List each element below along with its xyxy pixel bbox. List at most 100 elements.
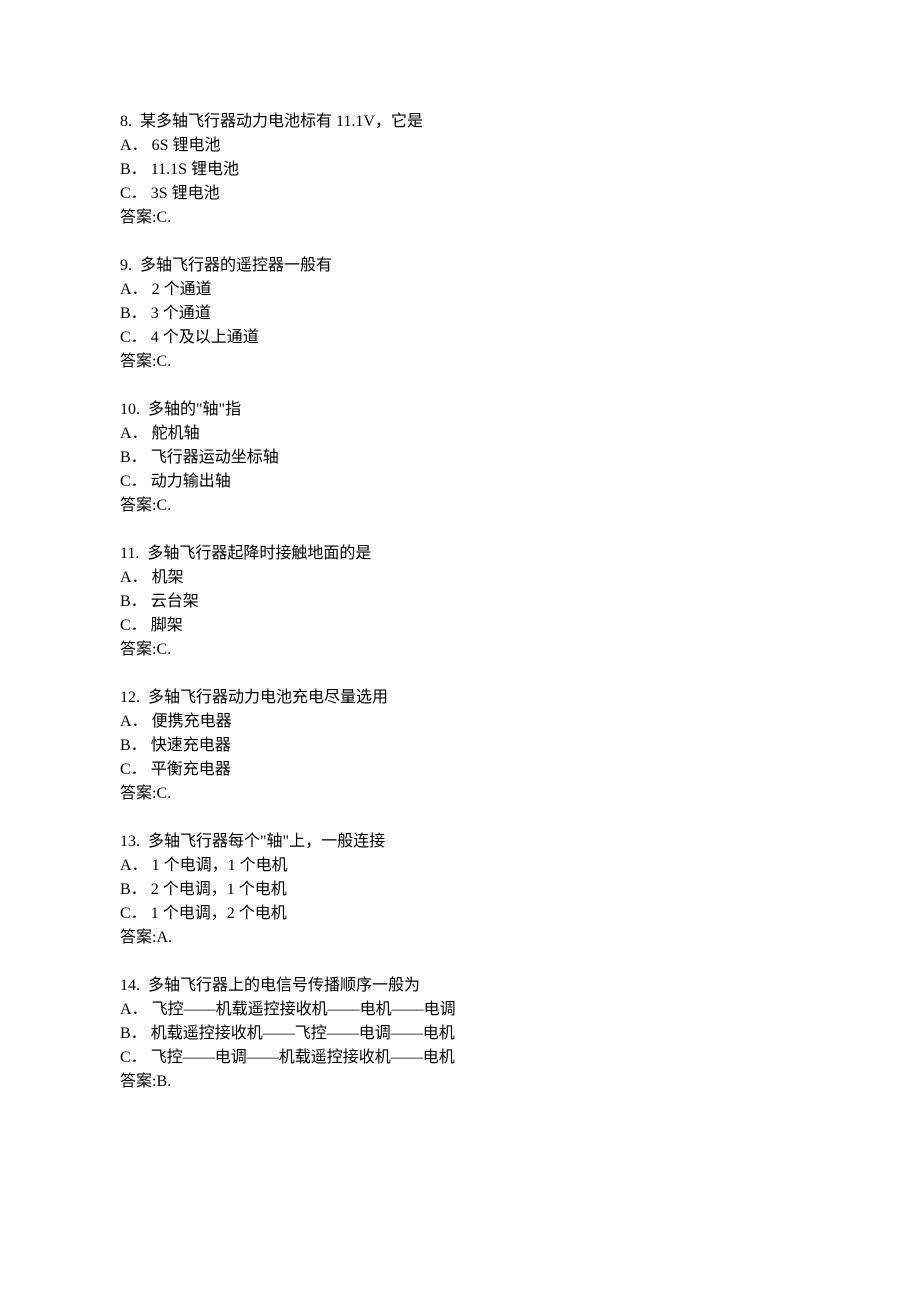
option-text: 平衡充电器 [151, 761, 231, 778]
option-label: A． [120, 857, 148, 874]
option-label: B． [120, 881, 147, 898]
question-block: 12. 多轴飞行器动力电池充电尽量选用A． 便携充电器B． 快速充电器C． 平衡… [120, 686, 800, 806]
option-text: 2 个通道 [152, 281, 212, 298]
question-block: 13. 多轴飞行器每个"轴"上，一般连接A． 1 个电调，1 个电机B． 2 个… [120, 830, 800, 950]
question-stem: 13. 多轴飞行器每个"轴"上，一般连接 [120, 830, 800, 854]
answer-value: C. [156, 641, 171, 658]
answer-value: C. [156, 353, 171, 370]
question-block: 9. 多轴飞行器的遥控器一般有A． 2 个通道B． 3 个通道C． 4 个及以上… [120, 254, 800, 374]
option-line: B． 11.1S 锂电池 [120, 158, 800, 182]
question-number: 14. [120, 977, 140, 994]
option-text: 动力输出轴 [151, 473, 231, 490]
question-number: 13. [120, 833, 140, 850]
option-line: A． 2 个通道 [120, 278, 800, 302]
question-block: 10. 多轴的"轴"指A． 舵机轴B． 飞行器运动坐标轴C． 动力输出轴答案:C… [120, 398, 800, 518]
question-text: 某多轴飞行器动力电池标有 11.1V，它是 [140, 113, 423, 130]
question-text: 多轴飞行器的遥控器一般有 [140, 257, 332, 274]
option-label: A． [120, 425, 148, 442]
answer-label: 答案: [120, 497, 156, 514]
option-line: C． 1 个电调，2 个电机 [120, 902, 800, 926]
option-line: B． 3 个通道 [120, 302, 800, 326]
answer-line: 答案:B. [120, 1070, 800, 1094]
answer-value: A. [156, 929, 172, 946]
question-stem: 14. 多轴飞行器上的电信号传播顺序一般为 [120, 974, 800, 998]
answer-label: 答案: [120, 929, 156, 946]
option-label: B． [120, 1025, 147, 1042]
option-label: B． [120, 449, 147, 466]
answer-label: 答案: [120, 1073, 156, 1090]
question-text: 多轴的"轴"指 [148, 401, 241, 418]
answer-line: 答案:C. [120, 782, 800, 806]
option-text: 飞控——电调——机载遥控接收机——电机 [151, 1049, 455, 1066]
option-text: 3S 锂电池 [151, 185, 220, 202]
option-line: B． 飞行器运动坐标轴 [120, 446, 800, 470]
option-line: A． 机架 [120, 566, 800, 590]
option-line: C． 4 个及以上通道 [120, 326, 800, 350]
answer-line: 答案:C. [120, 494, 800, 518]
option-text: 飞控——机载遥控接收机——电机——电调 [152, 1001, 456, 1018]
option-label: C． [120, 329, 147, 346]
option-label: C． [120, 1049, 147, 1066]
answer-label: 答案: [120, 209, 156, 226]
option-text: 舵机轴 [152, 425, 200, 442]
option-text: 4 个及以上通道 [151, 329, 259, 346]
option-text: 1 个电调，1 个电机 [152, 857, 288, 874]
option-line: C． 3S 锂电池 [120, 182, 800, 206]
option-label: C． [120, 617, 147, 634]
option-label: C． [120, 473, 147, 490]
answer-value: C. [156, 785, 171, 802]
question-number: 9. [120, 257, 132, 274]
question-text: 多轴飞行器动力电池充电尽量选用 [148, 689, 388, 706]
option-label: A． [120, 281, 148, 298]
option-text: 1 个电调，2 个电机 [151, 905, 287, 922]
option-text: 机架 [152, 569, 184, 586]
option-text: 11.1S 锂电池 [151, 161, 239, 178]
option-label: C． [120, 185, 147, 202]
answer-label: 答案: [120, 353, 156, 370]
option-label: A． [120, 569, 148, 586]
option-text: 飞行器运动坐标轴 [151, 449, 279, 466]
answer-line: 答案:C. [120, 206, 800, 230]
option-line: A． 1 个电调，1 个电机 [120, 854, 800, 878]
option-text: 机载遥控接收机——飞控——电调——电机 [151, 1025, 455, 1042]
option-text: 6S 锂电池 [152, 137, 221, 154]
option-text: 3 个通道 [151, 305, 211, 322]
question-stem: 8. 某多轴飞行器动力电池标有 11.1V，它是 [120, 110, 800, 134]
question-stem: 11. 多轴飞行器起降时接触地面的是 [120, 542, 800, 566]
option-text: 快速充电器 [151, 737, 231, 754]
option-label: C． [120, 761, 147, 778]
answer-line: 答案:C. [120, 350, 800, 374]
question-text: 多轴飞行器每个"轴"上，一般连接 [148, 833, 385, 850]
answer-line: 答案:A. [120, 926, 800, 950]
option-line: C． 平衡充电器 [120, 758, 800, 782]
document-page: 8. 某多轴飞行器动力电池标有 11.1V，它是A． 6S 锂电池B． 11.1… [0, 0, 920, 1302]
option-line: B． 云台架 [120, 590, 800, 614]
question-number: 11. [120, 545, 139, 562]
option-label: C． [120, 905, 147, 922]
option-line: A． 便携充电器 [120, 710, 800, 734]
option-line: B． 快速充电器 [120, 734, 800, 758]
question-number: 10. [120, 401, 140, 418]
question-block: 8. 某多轴飞行器动力电池标有 11.1V，它是A． 6S 锂电池B． 11.1… [120, 110, 800, 230]
answer-value: C. [156, 209, 171, 226]
option-line: C． 脚架 [120, 614, 800, 638]
option-line: A． 飞控——机载遥控接收机——电机——电调 [120, 998, 800, 1022]
question-block: 11. 多轴飞行器起降时接触地面的是A． 机架B． 云台架C． 脚架答案:C. [120, 542, 800, 662]
questions-container: 8. 某多轴飞行器动力电池标有 11.1V，它是A． 6S 锂电池B． 11.1… [120, 110, 800, 1094]
question-number: 8. [120, 113, 132, 130]
answer-value: B. [156, 1073, 171, 1090]
answer-value: C. [156, 497, 171, 514]
question-text: 多轴飞行器起降时接触地面的是 [147, 545, 371, 562]
option-line: B． 机载遥控接收机——飞控——电调——电机 [120, 1022, 800, 1046]
option-line: A． 6S 锂电池 [120, 134, 800, 158]
question-block: 14. 多轴飞行器上的电信号传播顺序一般为A． 飞控——机载遥控接收机——电机—… [120, 974, 800, 1094]
option-line: C． 飞控——电调——机载遥控接收机——电机 [120, 1046, 800, 1070]
option-label: A． [120, 1001, 148, 1018]
option-label: B． [120, 593, 147, 610]
option-line: C． 动力输出轴 [120, 470, 800, 494]
question-text: 多轴飞行器上的电信号传播顺序一般为 [148, 977, 420, 994]
answer-line: 答案:C. [120, 638, 800, 662]
option-label: A． [120, 713, 148, 730]
question-number: 12. [120, 689, 140, 706]
answer-label: 答案: [120, 641, 156, 658]
